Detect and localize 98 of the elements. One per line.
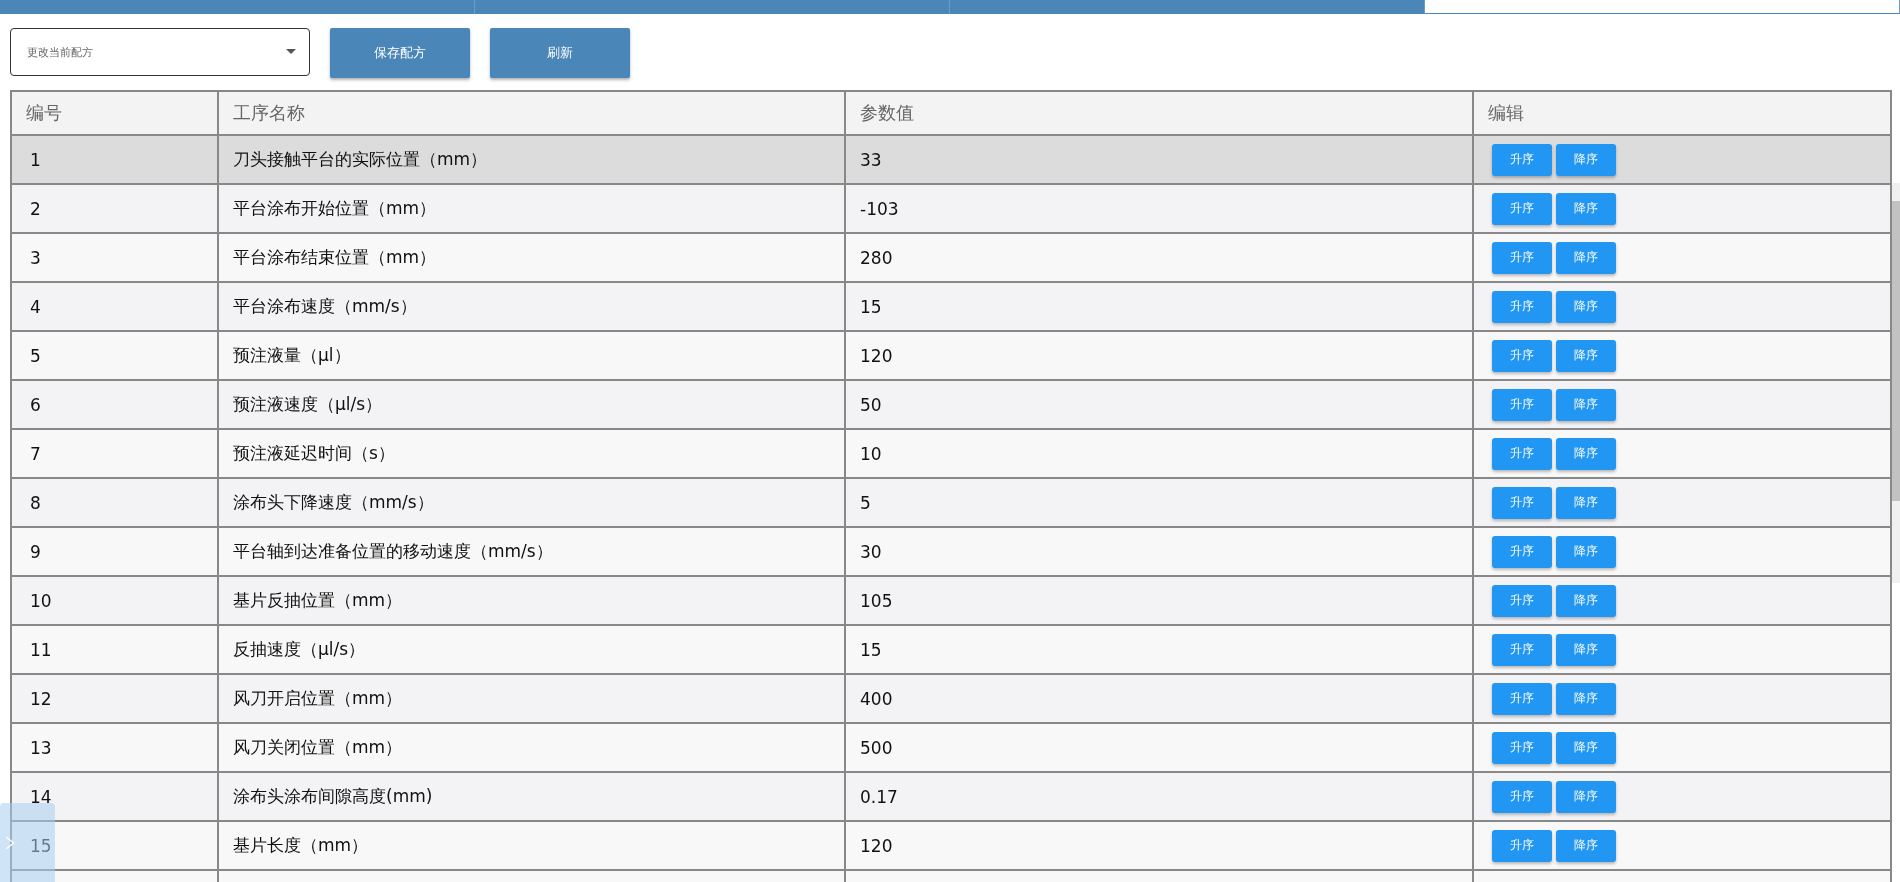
table-cell: 50 bbox=[860, 394, 882, 415]
table-row[interactable]: 10 基片反抽位置（mm） 105 升序 降序 bbox=[12, 577, 1892, 626]
table-cell: 12 bbox=[30, 688, 52, 709]
ascend-button[interactable]: 升序 bbox=[1492, 535, 1552, 568]
descend-button[interactable]: 降序 bbox=[1556, 192, 1616, 225]
table-row[interactable]: 5 预注液量（μl） 120 升序 降序 bbox=[12, 332, 1892, 381]
table-cell: 1 bbox=[30, 149, 41, 170]
table-cell: 0.17 bbox=[860, 786, 898, 807]
descend-button[interactable]: 降序 bbox=[1556, 486, 1616, 519]
table-cell: 预注液延迟时间（s） bbox=[233, 442, 395, 465]
ascend-button[interactable]: 升序 bbox=[1492, 829, 1552, 862]
caret-icon bbox=[286, 49, 296, 55]
table-cell: 基片反抽位置（mm） bbox=[233, 589, 403, 612]
table-cell: 7 bbox=[30, 443, 41, 464]
table-row[interactable]: 4 平台涂布速度（mm/s） 15 升序 降序 bbox=[12, 283, 1892, 332]
table-cell: -103 bbox=[860, 198, 899, 219]
table-cell: 平台轴到达准备位置的移动速度（mm/s） bbox=[233, 540, 553, 563]
table-cell: 13 bbox=[30, 737, 52, 758]
descend-button[interactable]: 降序 bbox=[1556, 731, 1616, 764]
table-cell: 280 bbox=[860, 247, 893, 268]
table-row[interactable]: 3 平台涂布结束位置（mm） 280 升序 降序 bbox=[12, 234, 1892, 283]
table-row[interactable]: 11 反抽速度（μl/s） 15 升序 降序 bbox=[12, 626, 1892, 675]
descend-button[interactable]: 降序 bbox=[1556, 437, 1616, 470]
table-row[interactable]: 2 平台涂布开始位置（mm） -103 升序 降序 bbox=[12, 185, 1892, 234]
table-cell: 反抽速度（μl/s） bbox=[233, 638, 366, 661]
descend-button[interactable]: 降序 bbox=[1556, 633, 1616, 666]
table-cell: 5 bbox=[860, 492, 871, 513]
ascend-button[interactable]: 升序 bbox=[1492, 339, 1552, 372]
table-cell: 14 bbox=[30, 786, 52, 807]
chevron-right-icon bbox=[5, 834, 15, 851]
table-row[interactable]: 12 风刀开启位置（mm） 400 升序 降序 bbox=[12, 675, 1892, 724]
ascend-button[interactable]: 升序 bbox=[1492, 584, 1552, 617]
ascend-button[interactable]: 升序 bbox=[1492, 388, 1552, 421]
table-cell: 10 bbox=[30, 590, 52, 611]
table-cell: 400 bbox=[860, 688, 893, 709]
ascend-button[interactable]: 升序 bbox=[1492, 731, 1552, 764]
ascend-button[interactable]: 升序 bbox=[1492, 486, 1552, 519]
table-cell: 风刀关闭位置（mm） bbox=[233, 736, 403, 759]
table-cell: 涂布头下降速度（mm/s） bbox=[233, 491, 434, 514]
table-cell: 11 bbox=[30, 639, 52, 660]
ascend-button[interactable]: 升序 bbox=[1492, 143, 1552, 176]
scrollbar[interactable] bbox=[1892, 183, 1900, 583]
table-cell: 30 bbox=[860, 541, 882, 562]
descend-button[interactable]: 降序 bbox=[1556, 535, 1616, 568]
table-cell: 4 bbox=[30, 296, 41, 317]
descend-button[interactable]: 降序 bbox=[1556, 290, 1616, 323]
table-cell: 15 bbox=[860, 639, 882, 660]
descend-button[interactable]: 降序 bbox=[1556, 682, 1616, 715]
table-cell: 6 bbox=[30, 394, 41, 415]
sidebar-toggle[interactable] bbox=[0, 803, 55, 882]
table-row[interactable]: 13 风刀关闭位置（mm） 500 升序 降序 bbox=[12, 724, 1892, 773]
table-cell: 120 bbox=[860, 835, 893, 856]
descend-button[interactable]: 降序 bbox=[1556, 143, 1616, 176]
table-cell: 10 bbox=[860, 443, 882, 464]
descend-button[interactable]: 降序 bbox=[1556, 780, 1616, 813]
ascend-button[interactable]: 升序 bbox=[1492, 437, 1552, 470]
descend-button[interactable]: 降序 bbox=[1556, 388, 1616, 421]
table-cell: 8 bbox=[30, 492, 41, 513]
table-row[interactable]: 8 涂布头下降速度（mm/s） 5 升序 降序 bbox=[12, 479, 1892, 528]
table-row[interactable]: 1 刀头接触平台的实际位置（mm） 33 升序 降序 bbox=[12, 136, 1892, 185]
table-cell: 3 bbox=[30, 247, 41, 268]
descend-button[interactable]: 降序 bbox=[1556, 829, 1616, 862]
table-cell: 平台涂布开始位置（mm） bbox=[233, 197, 437, 220]
table-cell: 15 bbox=[30, 835, 52, 856]
table-cell: 涂布头涂布间隙高度(mm) bbox=[233, 785, 433, 808]
ascend-button[interactable]: 升序 bbox=[1492, 290, 1552, 323]
table-cell: 基片长度（mm） bbox=[233, 834, 369, 857]
table-cell: 刀头接触平台的实际位置（mm） bbox=[233, 148, 488, 171]
table-cell: 15 bbox=[860, 296, 882, 317]
descend-button[interactable]: 降序 bbox=[1556, 584, 1616, 617]
tab[interactable] bbox=[1425, 0, 1900, 14]
table-cell: 风刀开启位置（mm） bbox=[233, 687, 403, 710]
save-button[interactable]: 保存配方 bbox=[330, 28, 470, 78]
ascend-button[interactable]: 升序 bbox=[1492, 241, 1552, 274]
table-row[interactable]: 9 平台轴到达准备位置的移动速度（mm/s） 30 升序 降序 bbox=[12, 528, 1892, 577]
recipe-select[interactable]: 更改当前配方 bbox=[10, 28, 310, 76]
table-row[interactable]: 7 预注液延迟时间（s） 10 升序 降序 bbox=[12, 430, 1892, 479]
ascend-button[interactable]: 升序 bbox=[1492, 682, 1552, 715]
table-cell: 平台涂布速度（mm/s） bbox=[233, 295, 417, 318]
table-cell: 预注液量（μl） bbox=[233, 344, 351, 367]
table-cell: 5 bbox=[30, 345, 41, 366]
table-cell: 105 bbox=[860, 590, 893, 611]
table-row[interactable]: 6 预注液速度（μl/s） 50 升序 降序 bbox=[12, 381, 1892, 430]
table-cell: 120 bbox=[860, 345, 893, 366]
table-cell: 2 bbox=[30, 198, 41, 219]
refresh-button[interactable]: 刷新 bbox=[490, 28, 630, 78]
ascend-button[interactable]: 升序 bbox=[1492, 192, 1552, 225]
descend-button[interactable]: 降序 bbox=[1556, 339, 1616, 372]
table-cell: 预注液速度（μl/s） bbox=[233, 393, 383, 416]
table-cell: 平台涂布结束位置（mm） bbox=[233, 246, 437, 269]
table-cell: 33 bbox=[860, 149, 882, 170]
table-row[interactable]: 15 基片长度（mm） 120 升序 降序 bbox=[12, 822, 1892, 871]
ascend-button[interactable]: 升序 bbox=[1492, 780, 1552, 813]
table-row[interactable]: 14 涂布头涂布间隙高度(mm) 0.17 升序 降序 bbox=[12, 773, 1892, 822]
descend-button[interactable]: 降序 bbox=[1556, 241, 1616, 274]
ascend-button[interactable]: 升序 bbox=[1492, 633, 1552, 666]
table-cell: 9 bbox=[30, 541, 41, 562]
table-cell: 500 bbox=[860, 737, 893, 758]
